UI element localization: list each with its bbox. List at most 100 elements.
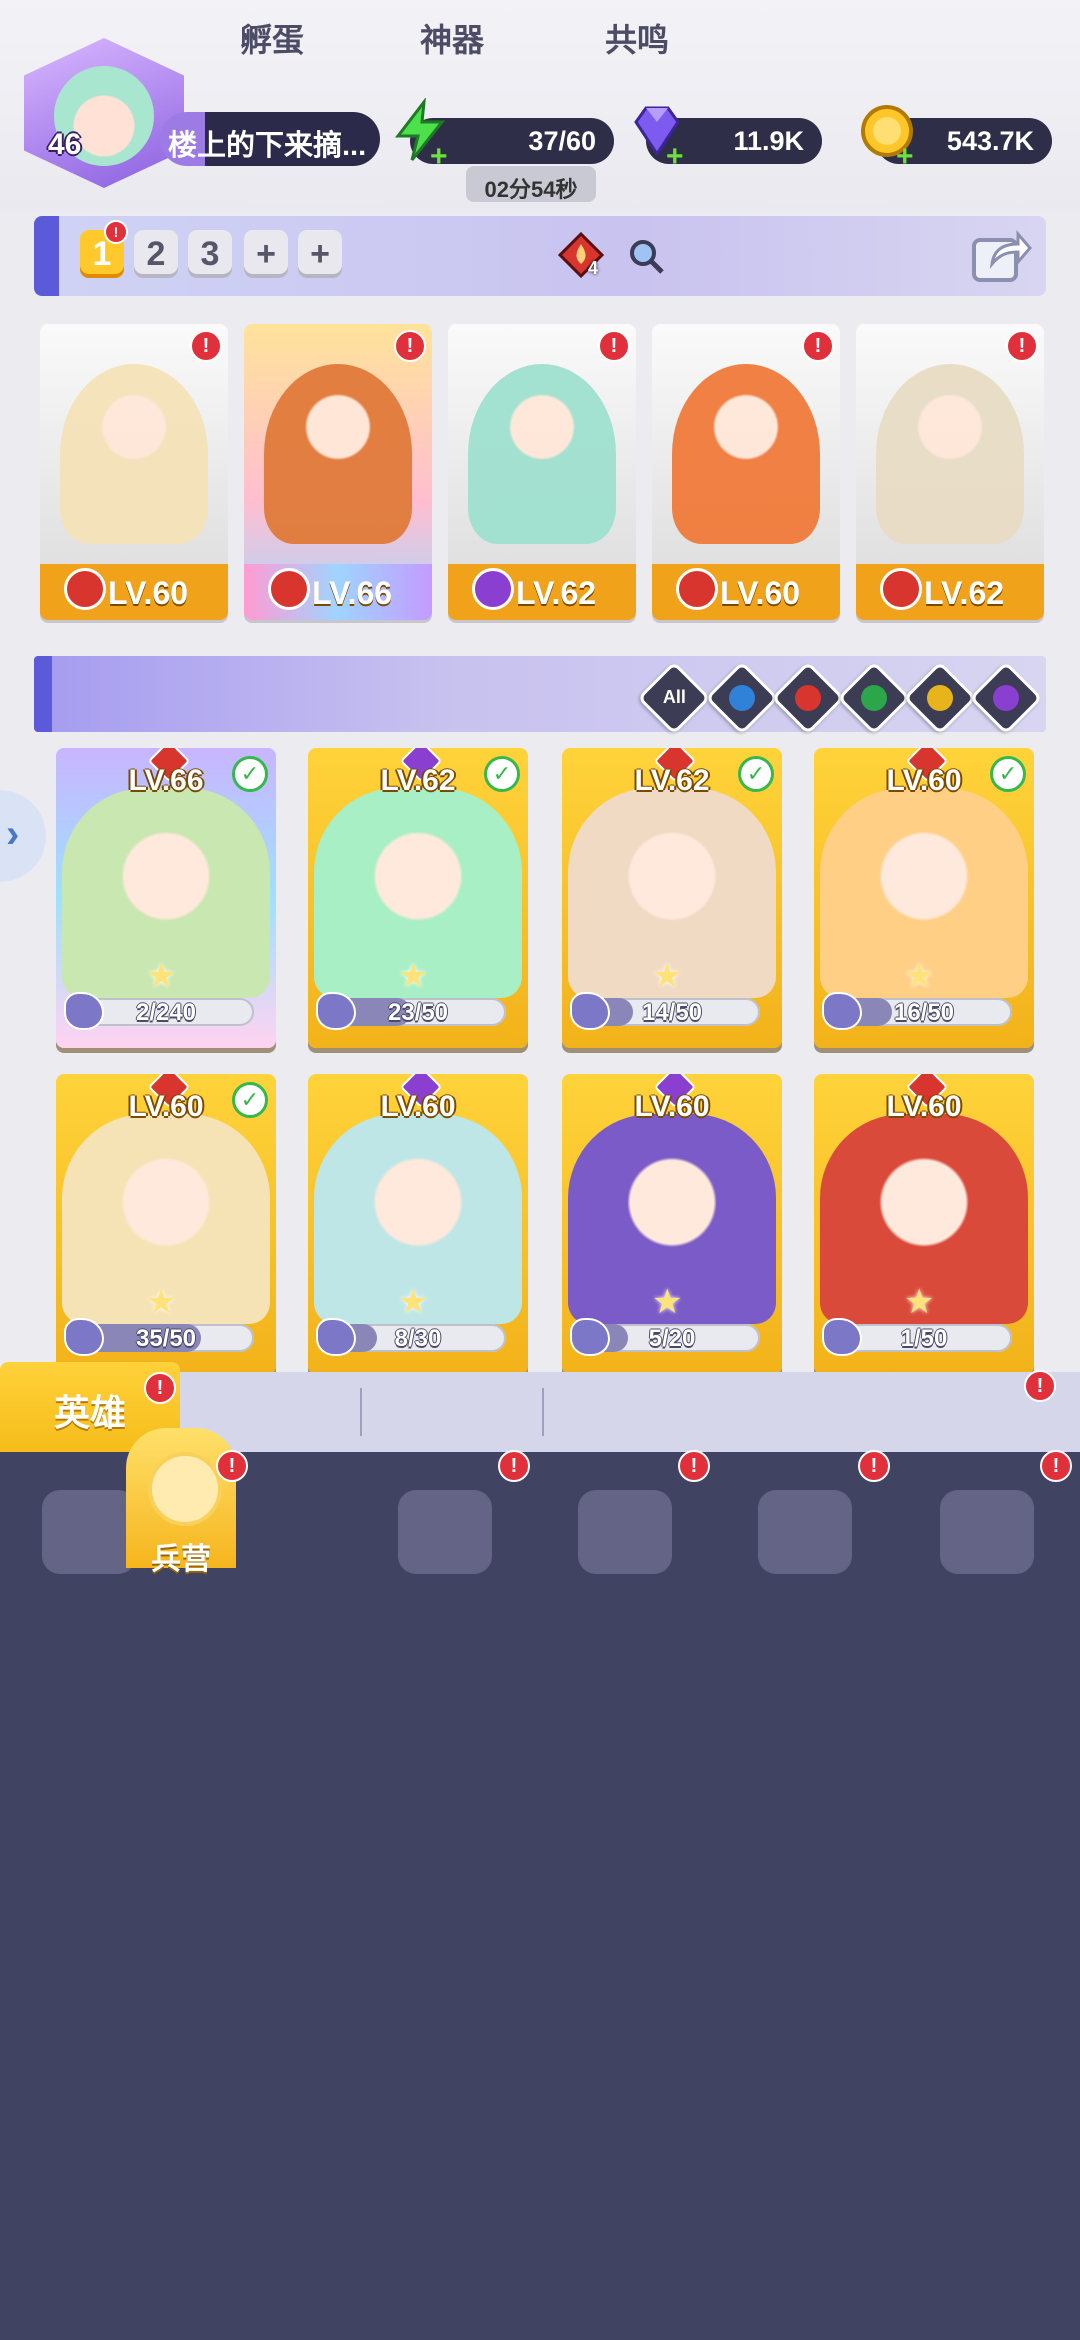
nav-alert-icon: ! <box>678 1450 710 1482</box>
shard-progress-bar: 5/20 <box>584 1324 760 1352</box>
hero-portrait <box>60 364 208 544</box>
energy-counter[interactable]: + 37/60 <box>394 98 614 173</box>
tab-resonance[interactable]: 共鸣 <box>544 0 730 80</box>
team-slot-3[interactable]: 3 <box>188 230 232 278</box>
shard-icon <box>822 992 862 1030</box>
shard-progress-bar: 8/30 <box>330 1324 506 1352</box>
shard-progress-bar: 16/50 <box>836 998 1012 1026</box>
nav-barracks[interactable]: 兵营 <box>126 1428 236 1576</box>
gem-counter[interactable]: + 11.9K <box>634 106 822 173</box>
team-hero-card[interactable]: LV.66! <box>244 324 432 620</box>
nav-alert-icon: ! <box>858 1450 890 1482</box>
nav-alert-icon: ! <box>498 1450 530 1482</box>
hero-level: LV.60 <box>719 575 801 611</box>
nav-barracks-label: 兵营 <box>151 1543 211 1576</box>
tab-resonance-alert: ! <box>1024 1370 1056 1402</box>
hero-level: LV.66 <box>311 575 393 611</box>
nav-castle[interactable] <box>928 1476 1046 1584</box>
hero-portrait <box>876 364 1024 544</box>
filter-all-label: All <box>662 687 686 708</box>
hero-card[interactable]: LV.60 ★ 8/30 <box>308 1074 528 1374</box>
bottom-nav <box>0 1452 1080 2340</box>
star-icon: ★ <box>146 957 177 995</box>
side-expand-button[interactable]: › <box>0 790 46 882</box>
nav-barracks-alert: ! <box>216 1450 248 1482</box>
shard-icon <box>570 1318 610 1356</box>
check-icon: ✓ <box>232 1082 268 1118</box>
tab-hatch[interactable]: 孵蛋 <box>182 0 362 80</box>
gem-value: 11.9K <box>733 126 804 156</box>
team-slot-add-1[interactable]: + <box>244 230 288 278</box>
energy-plus-icon[interactable]: + <box>430 140 448 174</box>
hero-level: LV.60 <box>886 1090 962 1123</box>
shard-progress-bar: 23/50 <box>330 998 506 1026</box>
team-hero-card[interactable]: LV.60! <box>40 324 228 620</box>
shard-progress-bar: 1/50 <box>836 1324 1012 1352</box>
shard-icon <box>64 992 104 1030</box>
shard-progress-bar: 14/50 <box>584 998 760 1026</box>
tab-artifacts[interactable]: 神器 <box>362 0 542 80</box>
hero-card[interactable]: LV.60 ★ 5/20 <box>562 1074 782 1374</box>
tab-divider <box>360 1388 362 1436</box>
gold-counter[interactable]: + 543.7K <box>861 105 1052 173</box>
team-hero-card[interactable]: LV.62! <box>448 324 636 620</box>
team-slot-2[interactable]: 2 <box>134 230 178 278</box>
star-icon: ★ <box>904 1283 935 1321</box>
tab-divider <box>542 1388 544 1436</box>
fire-count: 4 <box>588 258 599 278</box>
team-slot-add-2[interactable]: + <box>298 230 342 278</box>
shard-icon <box>316 992 356 1030</box>
share-icon <box>972 229 1032 282</box>
hero-alert-icon: ! <box>394 330 426 362</box>
hero-portrait <box>468 364 616 544</box>
team-hero-card[interactable]: LV.62! <box>856 324 1044 620</box>
cards-icon <box>42 1490 136 1574</box>
hero-card[interactable]: LV.66 ✓ ★ 2/240 <box>56 748 276 1048</box>
hero-card[interactable]: LV.60 ✓ ★ 35/50 <box>56 1074 276 1374</box>
hero-level: LV.60 <box>634 1090 710 1123</box>
team-hero-card[interactable]: LV.60! <box>652 324 840 620</box>
banner-icon <box>940 1490 1034 1574</box>
shard-icon <box>64 1318 104 1356</box>
hero-card[interactable]: LV.62 ✓ ★ 14/50 <box>562 748 782 1048</box>
hero-card[interactable]: LV.60 ✓ ★ 16/50 <box>814 748 1034 1048</box>
hero-portrait <box>264 364 412 544</box>
nav-map[interactable] <box>386 1476 504 1584</box>
hero-alert-icon: ! <box>598 330 630 362</box>
star-icon: ★ <box>146 1283 177 1321</box>
hero-alert-icon: ! <box>802 330 834 362</box>
star-icon: ★ <box>398 1283 429 1321</box>
shard-progress: 5/20 <box>648 1325 696 1352</box>
gold-value: 543.7K <box>946 126 1034 156</box>
hero-card[interactable]: LV.62 ✓ ★ 23/50 <box>308 748 528 1048</box>
hero-alert-icon: ! <box>1006 330 1038 362</box>
nav-guild[interactable] <box>746 1476 864 1584</box>
player-avatar[interactable]: 46 <box>14 38 190 198</box>
share-button[interactable] <box>970 226 1032 284</box>
hero-level: LV.60 <box>107 575 189 611</box>
hero-card[interactable]: LV.60 ★ 1/50 <box>814 1074 1034 1374</box>
check-icon: ✓ <box>484 756 520 792</box>
shard-progress: 2/240 <box>135 999 197 1026</box>
star-icon: ★ <box>652 957 683 995</box>
energy-value: 37/60 <box>528 126 596 156</box>
fire-element-icon <box>795 685 821 711</box>
dark-element-icon <box>993 685 1019 711</box>
player-name-bar[interactable]: 楼上的下来摘... <box>160 112 380 166</box>
mushroom-icon <box>758 1490 852 1574</box>
fire-element-counter[interactable]: 4 <box>557 231 605 279</box>
player-name: 楼上的下来摘... <box>168 130 367 162</box>
nav-shop[interactable] <box>566 1476 684 1584</box>
player-level: 46 <box>48 128 82 161</box>
search-button[interactable] <box>626 236 666 276</box>
shard-icon <box>822 1318 862 1356</box>
shard-progress: 14/50 <box>641 999 703 1026</box>
hero-alert-icon: ! <box>190 330 222 362</box>
shop-icon <box>578 1490 672 1574</box>
energy-timer: 02分54秒 <box>466 166 596 202</box>
gold-plus-icon[interactable]: + <box>896 140 914 174</box>
shard-progress-bar: 35/50 <box>78 1324 254 1352</box>
hero-level: LV.62 <box>515 575 597 611</box>
gem-plus-icon[interactable]: + <box>666 140 684 174</box>
team-slot-alert: ! <box>104 220 128 244</box>
